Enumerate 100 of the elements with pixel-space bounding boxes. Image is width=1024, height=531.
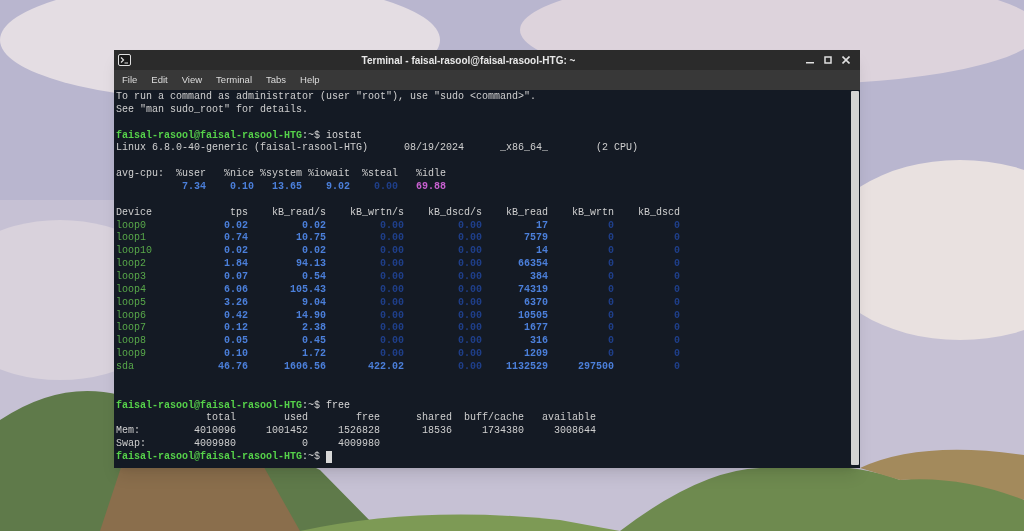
scrollbar-thumb[interactable] [851,91,859,465]
table-cell-text: 3.26 [223,296,248,310]
column-header: available [541,412,596,426]
column-header: kB_wrtn/s [349,206,404,220]
table-cell-text: 1734380 [481,425,524,439]
table-cell-text: Mem: [116,425,141,439]
table-cell-text: 3008644 [553,425,596,439]
menu-item[interactable]: Edit [151,72,168,88]
column-header: tps [229,206,248,220]
column-header: shared [415,412,452,426]
table-cell-text: 4010096 [193,425,236,439]
table-cell-text: 0.00 [379,258,404,272]
menu-item[interactable]: View [181,72,203,88]
table-cell-text: 1526828 [337,425,380,439]
table-cell-text: 14.90 [295,309,326,323]
table-cell-text: 0.02 [301,245,326,259]
table-cell-text: 0.12 [223,322,248,336]
prompt-line: faisal-rasool@faisal-rasool-HTG:~$ iostat [116,129,363,142]
menu-item[interactable]: Help [300,72,320,88]
table-cell-text: 0 [673,348,680,362]
table-cell-text: 10.75 [295,232,326,246]
table-cell-text: 297500 [577,361,614,374]
menu-item[interactable]: Tabs [266,72,287,88]
table-cell-text: 0.00 [379,245,404,259]
table-cell-text: 0 [673,309,680,323]
table-cell-text: 0.00 [457,309,482,323]
table-cell-text: 1.72 [301,348,326,362]
table-cell-text: 14 [535,245,548,259]
table-cell-text: 0.10 [229,181,254,194]
table-cell-text: loop8 [116,335,147,348]
table-cell-text: 0 [673,271,680,284]
table-cell-text: 0 [607,271,614,284]
window-title: Terminal - faisal-rasool@faisal-rasool-HTG: ~ [360,53,577,68]
table-cell-text: 0.00 [457,271,482,284]
column-header: %iowait [307,168,350,181]
table-cell-text: 1.84 [223,258,248,272]
table-cell-text: 0 [301,438,308,451]
table-cell-text: 9.04 [301,296,326,310]
terminal-text: avg-cpu: [116,168,164,181]
table-cell-text: 0.00 [379,283,404,297]
table-cell-text: 0.00 [379,219,404,233]
table-cell-text: Swap: [116,438,147,451]
table-cell-text: 0 [607,309,614,323]
terminal-line: To run a command as administrator (user "root"), use "sudo <command>". [116,91,537,104]
table-cell-text: 105.43 [289,283,326,297]
table-cell-text: 0 [607,296,614,310]
table-cell-text: 0.00 [379,309,404,323]
table-cell-text: 0.05 [223,335,248,349]
table-cell-text: 0 [673,361,680,374]
table-cell-text: 0 [607,348,614,362]
table-cell-text: 0.74 [223,232,248,246]
terminal-line: See "man sudo_root" for details. [116,103,309,117]
table-cell-text: 0.45 [301,335,326,349]
table-cell-text: sda [116,361,135,374]
maximize-icon[interactable] [824,56,832,64]
close-icon[interactable] [842,56,850,64]
column-header: %user [175,168,206,181]
terminal-text: 08/19/2024 [404,142,466,156]
table-cell-text: 10505 [517,309,548,323]
column-header: kB_wrtn [571,206,614,220]
terminal-icon [118,54,131,66]
table-cell-text: 0.02 [223,219,248,233]
table-cell-text: 1001452 [265,425,308,439]
table-cell-text: loop1 [116,232,147,245]
table-cell-text: 0.00 [457,219,482,233]
table-cell-text: 66354 [517,258,548,272]
table-cell-text: 1606.56 [283,361,326,374]
table-cell-text: 74319 [517,283,548,297]
table-cell-text: 316 [529,335,548,349]
table-cell-text: 13.65 [271,181,302,194]
table-cell-text: 0 [673,232,680,246]
table-cell-text: 17 [535,219,548,233]
table-cell-text: 422.02 [367,361,404,374]
table-cell-text: loop4 [116,283,147,297]
table-cell-text: 0.00 [457,283,482,297]
table-cell-text: loop6 [116,309,147,322]
table-cell-text: 0 [673,322,680,336]
table-cell-text: 1677 [523,322,548,336]
menu-item[interactable]: Terminal [216,72,252,88]
table-cell-text: loop3 [116,271,147,284]
table-cell-text: 0 [673,219,680,233]
column-header: Device [116,206,153,220]
table-cell-text: 0.00 [457,232,482,246]
table-cell-text: 94.13 [295,258,326,272]
column-header: %nice [223,168,254,181]
table-cell-text: 0.00 [379,296,404,310]
table-cell-text: 0 [607,232,614,246]
table-cell-text: 0.00 [457,258,482,272]
column-header: kB_read/s [271,206,326,220]
menu-item[interactable]: File [122,72,138,88]
column-header: total [205,412,236,426]
column-header: buff/cache [463,412,524,426]
table-cell-text: 18536 [421,425,452,439]
column-header: %system [259,168,302,181]
terminal-text: _x86_64_ [500,142,550,156]
table-cell-text: 0.00 [457,348,482,362]
table-cell-text: loop9 [116,348,147,361]
table-cell-text: 384 [529,271,548,284]
table-cell-text: 6370 [523,296,548,310]
table-cell-text: 0.00 [379,322,404,336]
